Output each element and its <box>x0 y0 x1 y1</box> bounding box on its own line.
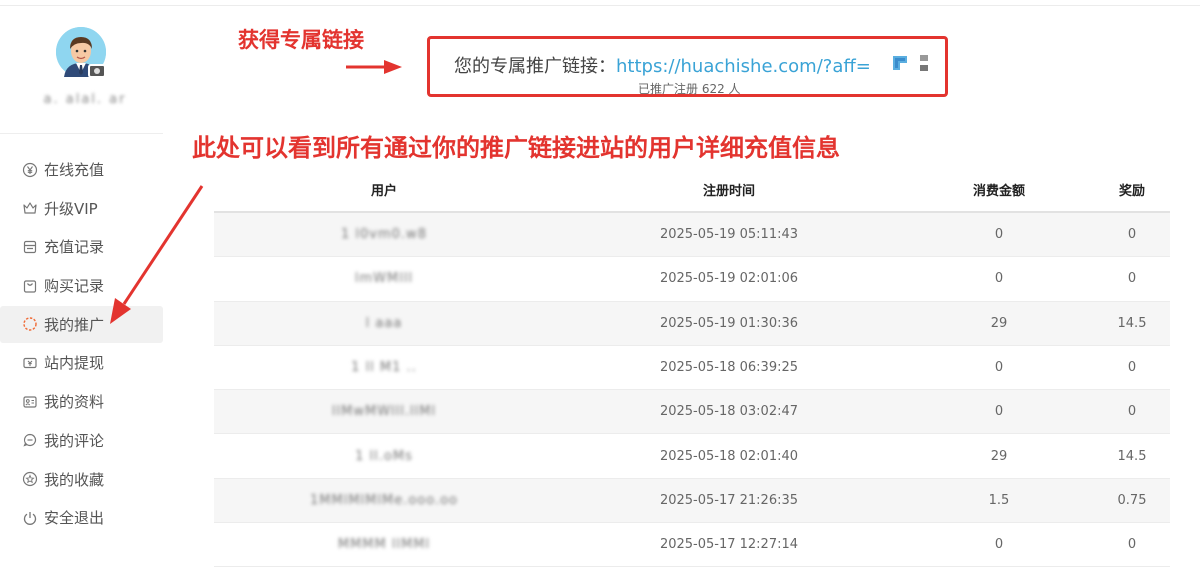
cell-amount: 1.5 <box>988 492 1010 508</box>
cell-time: 2025-05-17 21:26:35 <box>659 492 799 508</box>
table-row: lmWMlll 2025-05-19 02:01:06 0 0 <box>214 257 1170 302</box>
table-row: l aaa 2025-05-19 01:30:36 29 14.5 <box>214 301 1170 346</box>
cell-time: 2025-05-17 12:27:14 <box>659 537 799 553</box>
header-register-time: 注册时间 <box>702 184 755 199</box>
sidebar-item-recharge-records[interactable]: 充值记录 <box>0 228 163 265</box>
more-icon[interactable] <box>919 53 929 77</box>
cell-user: llMwMWlll.llMl <box>331 404 437 420</box>
cell-reward: 0 <box>1127 404 1137 420</box>
cell-user: lmWMlll <box>354 271 414 287</box>
header-amount: 消费金额 <box>972 184 1025 199</box>
copy-icon[interactable] <box>892 55 908 75</box>
cell-amount: 0 <box>994 360 1004 376</box>
table-row: llMwMWlll.llMl 2025-05-18 03:02:47 0 0 <box>214 390 1170 435</box>
cell-reward: 0 <box>1127 271 1137 287</box>
username: a. alal. ar <box>43 92 127 107</box>
annotation-description: 此处可以看到所有通过你的推广链接进站的用户详细充值信息 <box>192 134 840 162</box>
sidebar-item-label: 我的资料 <box>44 393 105 412</box>
cell-amount: 29 <box>990 315 1008 331</box>
cell-reward: 0 <box>1127 360 1137 376</box>
header-user: 用户 <box>370 184 397 199</box>
cell-user: l aaa <box>365 315 403 331</box>
cell-amount: 0 <box>994 537 1004 553</box>
sidebar-item-label: 站内提现 <box>44 354 105 373</box>
sidebar-item-label: 我的推广 <box>44 315 105 334</box>
sidebar-item-withdraw[interactable]: 站内提现 <box>0 344 163 381</box>
sidebar-item-label: 升级VIP <box>44 199 98 218</box>
shopping-bag-icon <box>22 278 38 294</box>
crown-icon <box>22 200 38 216</box>
sidebar-item-upgrade-vip[interactable]: 升级VIP <box>0 190 163 227</box>
cell-user: 1 ll.oMs <box>355 448 413 464</box>
cell-amount: 0 <box>994 404 1004 420</box>
cell-amount: 0 <box>994 271 1004 287</box>
sidebar-item-my-favorites[interactable]: 我的收藏 <box>0 461 163 498</box>
cell-reward: 14.5 <box>1117 448 1147 464</box>
yen-circle-icon <box>22 162 38 178</box>
sidebar-nav: 在线充值 升级VIP 充值记录 购买记录 我的推广 站内提现 我的资料 我的评论… <box>0 151 163 538</box>
cell-user: 1MMlMlMlMe.ooo.oo <box>310 492 458 508</box>
cell-reward: 0 <box>1127 537 1137 553</box>
star-circle-icon <box>22 471 38 487</box>
comment-icon <box>22 432 38 448</box>
table-row: 1MMlMlMlMe.ooo.oo 2025-05-17 21:26:35 1.… <box>214 478 1170 524</box>
sidebar-item-label: 充值记录 <box>44 238 105 257</box>
sidebar-item-recharge[interactable]: 在线充值 <box>0 151 163 188</box>
referral-link-box: 您的专属推广链接：https://huachishe.com/?aff= 已推广… <box>427 36 948 97</box>
referral-link-label: 您的专属推广链接： <box>454 56 616 77</box>
id-card-icon <box>22 394 38 410</box>
sidebar-item-logout[interactable]: 安全退出 <box>0 499 163 536</box>
table-row: 1 ll M1 .. 2025-05-18 06:39:25 0 0 <box>214 346 1170 391</box>
cell-user: 1 ll M1 .. <box>351 360 417 376</box>
cell-user: 1 l0vm0.w8 <box>341 227 427 243</box>
sidebar-item-label: 在线充值 <box>44 161 105 179</box>
ledger-icon <box>22 239 38 255</box>
sidebar-item-purchase-records[interactable]: 购买记录 <box>0 267 163 304</box>
cell-time: 2025-05-19 02:01:06 <box>659 271 799 287</box>
sidebar-item-label: 我的评论 <box>44 431 105 450</box>
camera-icon[interactable] <box>88 64 106 78</box>
sidebar-item-my-profile[interactable]: 我的资料 <box>0 383 163 420</box>
cell-reward: 0.75 <box>1117 492 1147 508</box>
cell-amount: 29 <box>990 448 1008 464</box>
referral-link-url[interactable]: https://huachishe.com/?aff= <box>616 56 871 77</box>
sidebar-item-label: 安全退出 <box>44 509 105 528</box>
annotation-title: 获得专属链接 <box>238 28 364 52</box>
cell-time: 2025-05-18 03:02:47 <box>659 404 799 420</box>
cell-user: MMMM llMMl <box>337 537 431 553</box>
cell-reward: 0 <box>1127 227 1137 243</box>
cell-time: 2025-05-19 01:30:36 <box>659 315 799 331</box>
cell-time: 2025-05-19 05:11:43 <box>659 227 799 243</box>
table-row: MMMM llMMl 2025-05-17 12:27:14 0 0 <box>214 523 1170 568</box>
cell-amount: 0 <box>994 227 1004 243</box>
ticket-icon <box>22 355 38 371</box>
sidebar-item-my-promotion[interactable]: 我的推广 <box>0 305 163 343</box>
header-reward: 奖励 <box>1118 184 1145 199</box>
table-header: 用户 注册时间 消费金额 奖励 <box>214 168 1170 213</box>
cell-time: 2025-05-18 06:39:25 <box>659 360 799 376</box>
sidebar-item-my-comments[interactable]: 我的评论 <box>0 422 163 459</box>
page: a. alal. ar 在线充值 升级VIP 充值记录 购买记录 我的推广 站内… <box>0 0 1200 586</box>
referral-link-line: 您的专属推广链接：https://huachishe.com/?aff= <box>454 52 871 78</box>
registered-count: 已推广注册 622 人 <box>638 82 741 96</box>
cell-reward: 14.5 <box>1117 315 1147 331</box>
promotion-table: 用户 注册时间 消费金额 奖励 1 l0vm0.w8 2025-05-19 05… <box>214 168 1170 568</box>
spinner-icon <box>22 316 38 332</box>
sidebar-item-label: 我的收藏 <box>44 470 105 489</box>
cell-time: 2025-05-18 02:01:40 <box>659 448 799 464</box>
sidebar-item-label: 购买记录 <box>44 277 105 296</box>
table-row: 1 ll.oMs 2025-05-18 02:01:40 29 14.5 <box>214 434 1170 479</box>
sidebar: a. alal. ar 在线充值 升级VIP 充值记录 购买记录 我的推广 站内… <box>0 6 183 586</box>
sidebar-divider <box>0 133 163 134</box>
table-row: 1 l0vm0.w8 2025-05-19 05:11:43 0 0 <box>214 213 1170 258</box>
power-icon <box>22 510 38 526</box>
